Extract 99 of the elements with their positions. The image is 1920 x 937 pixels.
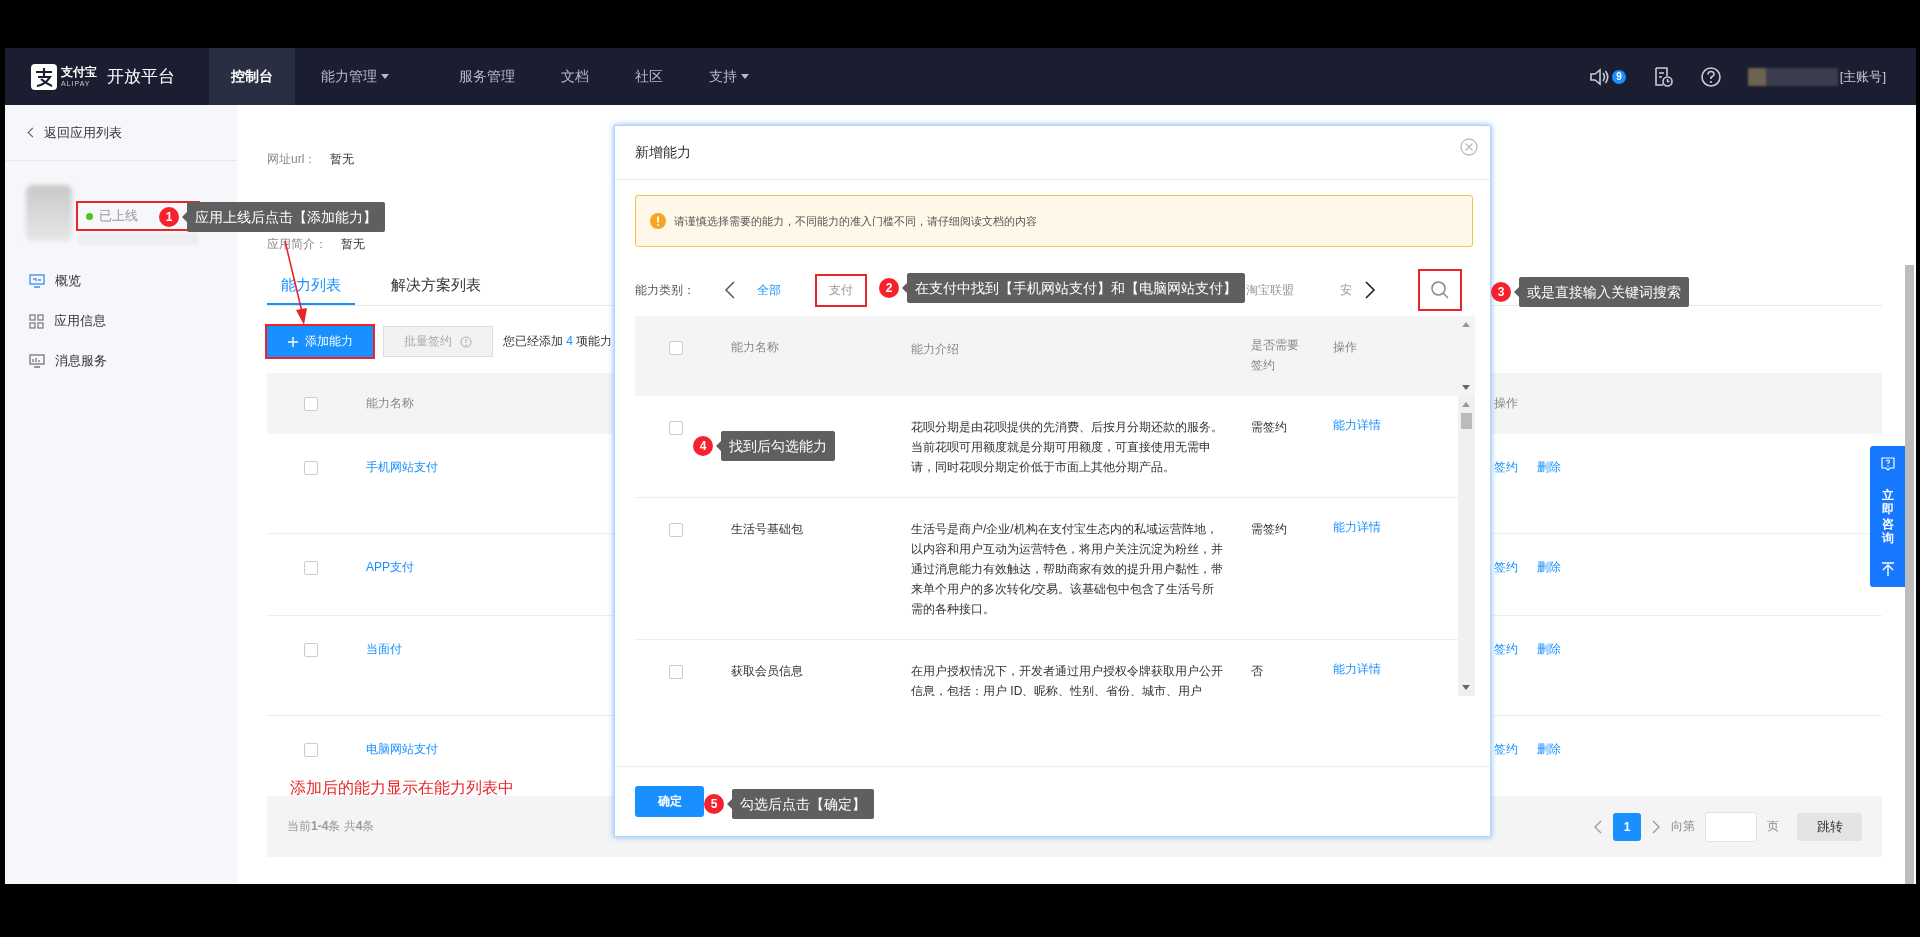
action-link[interactable]: 签约 bbox=[1494, 459, 1518, 476]
capability-description: 在用户授权情况下，开发者通过用户授权令牌获取用户公开信息，包括：用户 ID、昵称、性别、省份、城市、用户 bbox=[911, 663, 1223, 696]
app-icon bbox=[26, 185, 72, 241]
category-tab[interactable]: 安 bbox=[1328, 275, 1364, 305]
sidebar-item[interactable]: 消息服务 bbox=[5, 341, 237, 381]
nav-item[interactable]: 文档 bbox=[541, 48, 609, 105]
grid-icon bbox=[29, 313, 44, 329]
next-page-icon[interactable] bbox=[1651, 819, 1661, 834]
callout-tooltip: 找到后勾选能力 bbox=[721, 431, 835, 461]
search-icon bbox=[1430, 280, 1450, 300]
category-label: 能力类别： bbox=[635, 281, 696, 299]
sidebar-item[interactable]: 应用信息 bbox=[5, 301, 237, 341]
info-icon bbox=[460, 335, 472, 348]
jump-button[interactable]: 跳转 bbox=[1797, 812, 1862, 841]
help-icon bbox=[1879, 456, 1896, 472]
details-link[interactable]: 能力详情 bbox=[1333, 418, 1381, 432]
callout-tooltip: 在支付中找到【手机网站支付】和【电脑网站支付】 bbox=[907, 273, 1245, 303]
nav-item[interactable]: 能力管理 bbox=[301, 48, 409, 105]
sidebar-item[interactable]: 概览 bbox=[5, 261, 237, 301]
previous-page-icon[interactable] bbox=[1593, 819, 1603, 834]
details-link[interactable]: 能力详情 bbox=[1333, 520, 1381, 534]
category-tab[interactable]: 支付 bbox=[817, 275, 865, 305]
user-avatar[interactable] bbox=[1747, 67, 1838, 86]
checkbox[interactable] bbox=[669, 341, 683, 355]
record-count: 当前1-4条 共4条 bbox=[287, 818, 375, 835]
action-link[interactable]: 签约 bbox=[1494, 559, 1518, 576]
warning-text: 请谨慎选择需要的能力，不同能力的准入门槛不同，请仔细阅读文档的内容 bbox=[674, 213, 1037, 229]
action-link[interactable]: 删除 bbox=[1537, 559, 1561, 576]
info-value: 暂无 bbox=[330, 151, 355, 168]
info-value: 暂无 bbox=[341, 236, 365, 253]
column-header: 能力名称 bbox=[366, 395, 415, 412]
action-link[interactable]: 删除 bbox=[1537, 641, 1561, 658]
checkbox[interactable] bbox=[304, 643, 318, 657]
checkbox[interactable] bbox=[669, 421, 683, 435]
callout-tooltip: 或是直接输入关键词搜索 bbox=[1519, 277, 1689, 307]
action-link[interactable]: 删除 bbox=[1537, 459, 1561, 476]
column-header: 能力名称 bbox=[731, 339, 780, 356]
nav-item[interactable]: 支持 bbox=[689, 48, 769, 105]
page-input[interactable] bbox=[1705, 811, 1757, 842]
help-icon[interactable] bbox=[1699, 65, 1722, 88]
sign-requirement: 否 bbox=[1251, 663, 1264, 680]
sign-requirement: 需签约 bbox=[1251, 521, 1288, 538]
consult-tab[interactable]: 立即咨询 bbox=[1870, 446, 1905, 587]
search-button[interactable] bbox=[1420, 271, 1460, 309]
scrollbar[interactable] bbox=[1458, 316, 1475, 396]
callout-tooltip: 应用上线后点击【添加能力】 bbox=[187, 202, 385, 232]
chart-screen-icon bbox=[29, 354, 45, 368]
tab[interactable]: 解决方案列表 bbox=[377, 276, 495, 305]
action-link[interactable]: 删除 bbox=[1537, 741, 1561, 758]
capability-name: 获取会员信息 bbox=[731, 664, 803, 678]
details-link[interactable]: 能力详情 bbox=[1333, 662, 1381, 676]
checkbox[interactable] bbox=[669, 665, 683, 679]
tab[interactable]: 能力列表 bbox=[267, 276, 355, 305]
dialog-title: 新增能力 bbox=[635, 143, 691, 162]
caret-icon bbox=[741, 74, 749, 79]
caret-icon bbox=[381, 74, 389, 79]
chevron-left-icon[interactable] bbox=[724, 280, 736, 300]
back-to-top-icon[interactable] bbox=[1879, 561, 1896, 577]
capability-description: 花呗分期是由花呗提供的先消费、后按月分期还款的服务。当前花呗可用额度就是分期可用额度，可直接使用无需申请，同时花呗分期定价低于市面上其他分期产品。 bbox=[911, 419, 1223, 476]
close-icon[interactable] bbox=[1460, 137, 1478, 156]
added-count-text: 您已经添加 4 项能力 bbox=[503, 333, 613, 350]
nav-item[interactable]: 服务管理 bbox=[439, 48, 535, 105]
checkbox[interactable] bbox=[304, 743, 318, 757]
add-button[interactable]: 添加能力 bbox=[267, 326, 373, 357]
checkbox[interactable] bbox=[304, 461, 318, 475]
brand-title: 开放平台 bbox=[107, 66, 175, 88]
capability-name: 生活号基础包 bbox=[731, 522, 803, 536]
page-button[interactable]: 1 bbox=[1613, 812, 1641, 841]
logo-icon bbox=[31, 63, 57, 90]
nav-item[interactable]: 控制台 bbox=[209, 48, 295, 105]
sign-requirement: 需签约 bbox=[1251, 419, 1288, 436]
scrollbar[interactable] bbox=[1458, 396, 1475, 696]
action-link[interactable]: 签约 bbox=[1494, 641, 1518, 658]
info-label: 网址url： bbox=[267, 151, 317, 168]
annotation-text: 添加后的能力显示在能力列表中 bbox=[290, 778, 514, 798]
checkbox[interactable] bbox=[304, 396, 318, 411]
confirm-button[interactable]: 确定 bbox=[635, 786, 704, 817]
scrollbar[interactable] bbox=[1905, 265, 1914, 884]
notification-badge: 9 bbox=[1612, 69, 1626, 84]
callout-tooltip: 勾选后点击【确定】 bbox=[732, 789, 874, 819]
category-tab[interactable]: 全部 bbox=[757, 275, 781, 305]
account-label[interactable]: [主账号] bbox=[1839, 67, 1886, 86]
column-header: 操作 bbox=[1494, 395, 1518, 412]
chevron-right-icon[interactable] bbox=[1364, 280, 1376, 300]
goto-label: 向第 bbox=[1671, 818, 1695, 835]
column-header: 操作 bbox=[1333, 339, 1357, 356]
warning-icon bbox=[650, 213, 666, 229]
page-suffix: 页 bbox=[1767, 818, 1779, 835]
checkbox[interactable] bbox=[669, 523, 683, 537]
capability-description: 生活号是商户/企业/机构在支付宝生态内的私域运营阵地，以内容和用户互动为运营特色，将用户关注沉淀为粉丝，并通过消息能力有效触达，帮助商家有效的提升用户黏性，带来单个用户的多次转化/交易。该基础包中包含了生活号所需的各种接口。 bbox=[911, 521, 1223, 618]
back-link[interactable]: 返回应用列表 bbox=[5, 105, 237, 161]
plus-icon bbox=[287, 336, 298, 347]
column-header: 是否需要签约 bbox=[1251, 337, 1300, 374]
column-header: 能力介绍 bbox=[911, 341, 960, 358]
action-link[interactable]: 签约 bbox=[1494, 741, 1518, 758]
logo-text: 支付宝 bbox=[61, 66, 97, 78]
nav-item[interactable]: 社区 bbox=[615, 48, 683, 105]
monitor-icon bbox=[29, 274, 45, 288]
checkbox[interactable] bbox=[304, 561, 318, 575]
